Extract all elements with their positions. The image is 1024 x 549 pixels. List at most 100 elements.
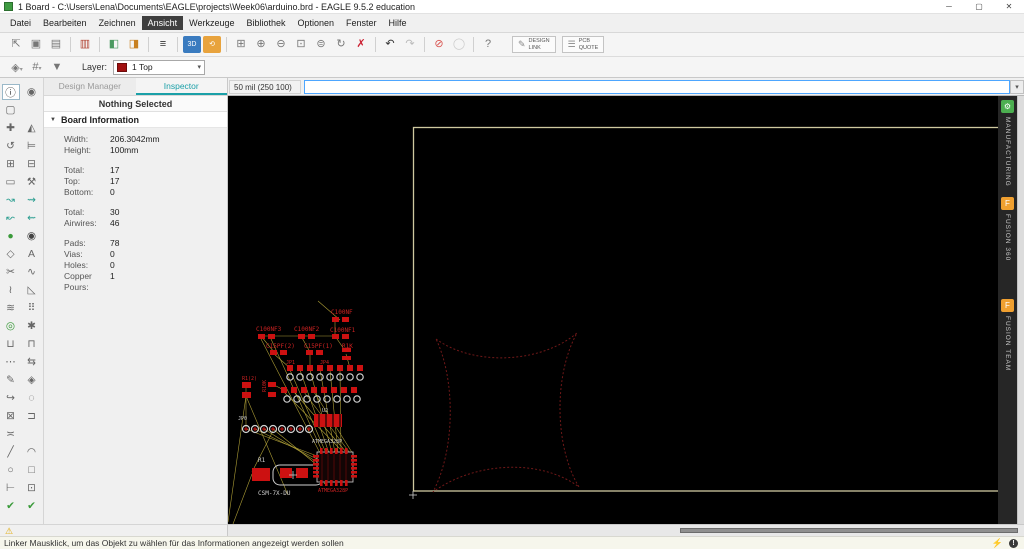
polygon-tool-icon[interactable]: ◇: [2, 246, 20, 262]
design-link-button[interactable]: ✎ DESIGN LINK: [512, 36, 556, 53]
menu-werkzeuge[interactable]: Werkzeuge: [183, 16, 240, 30]
stop-icon[interactable]: ⊘: [430, 36, 448, 53]
separator[interactable]: [148, 37, 149, 52]
align-tool-icon[interactable]: ⊨: [23, 138, 41, 154]
maximize-button[interactable]: ▢: [964, 0, 994, 13]
frame-tool-icon[interactable]: ⊡: [23, 480, 41, 496]
group-select-icon[interactable]: ▢: [2, 102, 20, 118]
zoom-out-icon[interactable]: ⊖: [272, 36, 290, 53]
close-button[interactable]: ✕: [994, 0, 1024, 13]
circle-tool-icon[interactable]: ○: [2, 462, 20, 478]
copy-tool-icon[interactable]: ⊞: [2, 156, 20, 172]
board-information-header[interactable]: ▼ Board Information: [44, 112, 227, 128]
rect-tool-icon[interactable]: □: [23, 462, 41, 478]
menu-zeichnen[interactable]: Zeichnen: [93, 16, 142, 30]
command-history-dropdown[interactable]: ▾: [1010, 79, 1024, 94]
layer-select[interactable]: 1 Top ▾: [113, 59, 206, 75]
unlock-tool-icon[interactable]: ⊐: [23, 408, 41, 424]
swap-tool-icon[interactable]: ⇆: [23, 354, 41, 370]
separator[interactable]: [177, 37, 178, 52]
erc-tool-icon[interactable]: ✔: [23, 498, 41, 514]
menu-hilfe[interactable]: Hilfe: [383, 16, 413, 30]
mirror-tool-icon[interactable]: ◭: [23, 120, 41, 136]
cam-processor-icon[interactable]: ▥: [76, 36, 94, 53]
save-icon[interactable]: ▣: [27, 36, 45, 53]
board-canvas[interactable]: C100NF C100NF3 C100NF2 C100NF1 C15PF(2) …: [228, 96, 1024, 524]
text-tool-icon[interactable]: A: [23, 246, 41, 262]
filter-icon[interactable]: ▼: [48, 61, 66, 73]
separator[interactable]: [70, 37, 71, 52]
array-tool-icon[interactable]: ⠿: [23, 300, 41, 316]
separator[interactable]: [473, 37, 474, 52]
menu-datei[interactable]: Datei: [4, 16, 37, 30]
more-tool-icon[interactable]: ⋯: [2, 354, 20, 370]
zoom-fit-icon[interactable]: ⊞: [232, 36, 250, 53]
lock-tool-icon[interactable]: ⊠: [2, 408, 20, 424]
notification-icon[interactable]: !: [1009, 538, 1018, 548]
menu-bearbeiten[interactable]: Bearbeiten: [37, 16, 93, 30]
command-input[interactable]: [304, 79, 1010, 94]
view-3d-icon[interactable]: 3D: [183, 36, 201, 53]
minimize-button[interactable]: ─: [934, 0, 964, 13]
dot-circle-icon[interactable]: ◌: [23, 390, 41, 406]
curve-tool-icon[interactable]: ↪: [2, 390, 20, 406]
menu-ansicht[interactable]: Ansicht: [141, 16, 184, 30]
redraw-icon[interactable]: ↻: [332, 36, 350, 53]
menu-optionen[interactable]: Optionen: [292, 16, 341, 30]
show-tool-icon[interactable]: ◉: [23, 84, 41, 100]
open-icon[interactable]: ⇱: [7, 36, 25, 53]
menu-fenster[interactable]: Fenster: [340, 16, 383, 30]
zoom-prev-icon[interactable]: ⊜: [312, 36, 330, 53]
help-icon[interactable]: ?: [479, 36, 497, 53]
ripup-tool-icon[interactable]: ⇝: [23, 192, 41, 208]
fusion-sync-icon[interactable]: ⟲: [203, 36, 221, 53]
vertical-scrollbar[interactable]: [1017, 96, 1024, 524]
separator[interactable]: [99, 37, 100, 52]
separator[interactable]: [424, 37, 425, 52]
separator[interactable]: [375, 37, 376, 52]
go-icon[interactable]: ◯: [450, 36, 468, 53]
paste-tool-icon[interactable]: ⊟: [23, 156, 41, 172]
split-tool-icon[interactable]: ✂: [2, 264, 20, 280]
via-tool-icon[interactable]: ●: [2, 228, 20, 244]
pad-tool-icon[interactable]: ◉: [23, 228, 41, 244]
cut-tool-icon[interactable]: ⊔: [2, 336, 20, 352]
print-icon[interactable]: ▤: [47, 36, 65, 53]
blank[interactable]: [23, 102, 41, 118]
pcb-quote-button[interactable]: ☰ PCB QUOTE: [561, 36, 605, 53]
smash-tool-icon[interactable]: ◎: [2, 318, 20, 334]
layer-stack-icon[interactable]: ≡: [154, 36, 172, 53]
route-tool-icon[interactable]: ↝: [2, 192, 20, 208]
menu-bibliothek[interactable]: Bibliothek: [240, 16, 291, 30]
blank[interactable]: [23, 426, 41, 442]
cancel-icon[interactable]: ✗: [352, 36, 370, 53]
horizontal-scrollbar[interactable]: [228, 524, 1024, 536]
rotate-tool-icon[interactable]: ↺: [2, 138, 20, 154]
layer-display-icon[interactable]: ◈▾: [8, 61, 26, 74]
redo-icon[interactable]: ↷: [401, 36, 419, 53]
name-tool-icon[interactable]: ✎: [2, 372, 20, 388]
star-tool-icon[interactable]: ✱: [23, 318, 41, 334]
drc-tool-icon[interactable]: ✔: [2, 498, 20, 514]
signature-tool-icon[interactable]: ≋: [2, 300, 20, 316]
arc-tool-icon[interactable]: ◠: [23, 444, 41, 460]
board-icon[interactable]: ◨: [125, 36, 143, 53]
tab-fusion-team[interactable]: F FUSION TEAM: [1001, 298, 1014, 371]
tab-design-manager[interactable]: Design Manager: [44, 78, 136, 95]
optimize-tool-icon[interactable]: ∿: [23, 264, 41, 280]
move-tool-icon[interactable]: ✚: [2, 120, 20, 136]
schematic-icon[interactable]: ◧: [105, 36, 123, 53]
delete-tool-icon[interactable]: ▭: [2, 174, 20, 190]
tab-fusion-360[interactable]: F FUSION 360: [1001, 196, 1014, 261]
join-tool-icon[interactable]: ⊓: [23, 336, 41, 352]
ratsnest-tool-icon[interactable]: ≍: [2, 426, 20, 442]
zoom-select-icon[interactable]: ⊡: [292, 36, 310, 53]
miter-tool-icon[interactable]: ◺: [23, 282, 41, 298]
dimension-tool-icon[interactable]: ⊢: [2, 480, 20, 496]
undo-icon[interactable]: ↶: [381, 36, 399, 53]
unroute-icon[interactable]: ⇜: [23, 210, 41, 226]
route-diag-icon[interactable]: ↜: [2, 210, 20, 226]
value-tool-icon[interactable]: ◈: [23, 372, 41, 388]
warning-icon[interactable]: ⚠: [5, 526, 13, 536]
zoom-in-icon[interactable]: ⊕: [252, 36, 270, 53]
